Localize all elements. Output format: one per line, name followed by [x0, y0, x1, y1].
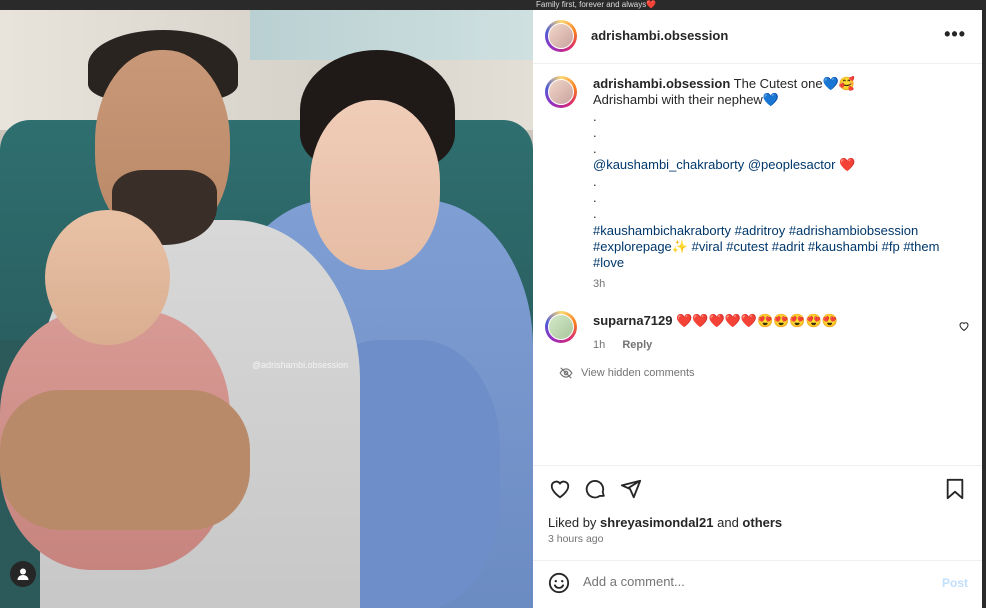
commenter-avatar[interactable] [545, 311, 577, 343]
caption-line-1: The Cutest one💙🥰 [733, 76, 855, 91]
reply-button[interactable]: Reply [622, 339, 652, 351]
caption-dot: . [593, 124, 597, 140]
caption-dot: . [593, 141, 597, 157]
caption-avatar[interactable] [545, 76, 577, 108]
more-options-icon[interactable]: ••• [944, 24, 966, 45]
caption-dot: . [593, 173, 597, 189]
author-avatar[interactable] [545, 20, 577, 52]
comment-text: ❤️❤️❤️❤️❤️😍😍😍😍😍 [676, 313, 838, 328]
post-photo[interactable]: @adrishambi.obsession [0, 10, 533, 608]
caption-hashtag-explore[interactable]: #explorepage [593, 239, 672, 254]
comment-meta: 1h Reply [593, 339, 666, 351]
caption-mentions-emoji: ❤️ [839, 157, 856, 173]
caption-line-2: Adrishambi with their nephew💙 [593, 92, 779, 108]
photo-baby-face [45, 210, 170, 345]
caption-dot: . [593, 206, 597, 222]
caption-hashtags-3[interactable]: #love [593, 255, 968, 271]
photo-watermark: @adrishambi.obsession [252, 360, 349, 370]
likes-others[interactable]: others [742, 515, 782, 530]
comment-time: 1h [593, 339, 606, 351]
likes-summary: Liked by shreyasimondal21 and others [548, 515, 782, 530]
likes-user[interactable]: shreyasimondal21 [600, 515, 713, 530]
add-comment-input[interactable] [583, 574, 903, 589]
comment: suparna7129 ❤️❤️❤️❤️❤️😍😍😍😍😍 [593, 313, 838, 329]
eye-off-icon [559, 367, 573, 379]
share-icon[interactable] [618, 476, 644, 502]
caption-mentions[interactable]: @kaushambi_chakraborty @peoplesactor [593, 157, 835, 172]
tagged-user-icon[interactable] [10, 561, 36, 587]
comment-like-icon[interactable] [958, 320, 970, 335]
caption-hashtags-2[interactable]: #viral #cutest #adrit #kaushambi #fp #th… [688, 239, 940, 254]
post-header: adrishambi.obsession ••• [533, 10, 982, 64]
caption-hashtags-1[interactable]: #kaushambichakraborty #adritroy #adrisha… [593, 223, 968, 239]
caption-username[interactable]: adrishambi.obsession [593, 76, 730, 91]
caption-sparkle-emoji: ✨ [671, 238, 688, 254]
emoji-icon[interactable] [547, 571, 571, 595]
caption-time[interactable]: 3h [593, 276, 968, 292]
post-side-panel: adrishambi.obsession ••• adrishambi.obse… [533, 10, 982, 608]
backdrop-caption: Family first, forever and always❤️ [536, 0, 657, 9]
post-comment-button[interactable]: Post [942, 576, 968, 590]
post-timestamp[interactable]: 3 hours ago [548, 533, 603, 545]
backdrop-right-edge [982, 0, 986, 608]
caption-dot: . [593, 190, 597, 206]
actions-divider [533, 465, 982, 466]
backdrop-strip [0, 0, 986, 10]
photo-man-arm [0, 390, 250, 530]
author-username[interactable]: adrishambi.obsession [591, 28, 728, 43]
save-bookmark-icon[interactable] [942, 476, 968, 502]
likes-prefix: Liked by [548, 515, 601, 530]
likes-and: and [713, 515, 743, 530]
commenter-username[interactable]: suparna7129 [593, 313, 673, 328]
view-hidden-comments[interactable]: View hidden comments [559, 367, 695, 379]
photo-woman-face [310, 100, 440, 270]
like-icon[interactable] [547, 476, 573, 502]
caption-dot: . [593, 108, 597, 124]
view-hidden-comments-label: View hidden comments [581, 367, 695, 379]
comment-box-divider [533, 560, 982, 561]
comment-icon[interactable] [583, 476, 609, 502]
post-caption: adrishambi.obsession The Cutest one💙🥰 Ad… [593, 76, 968, 292]
